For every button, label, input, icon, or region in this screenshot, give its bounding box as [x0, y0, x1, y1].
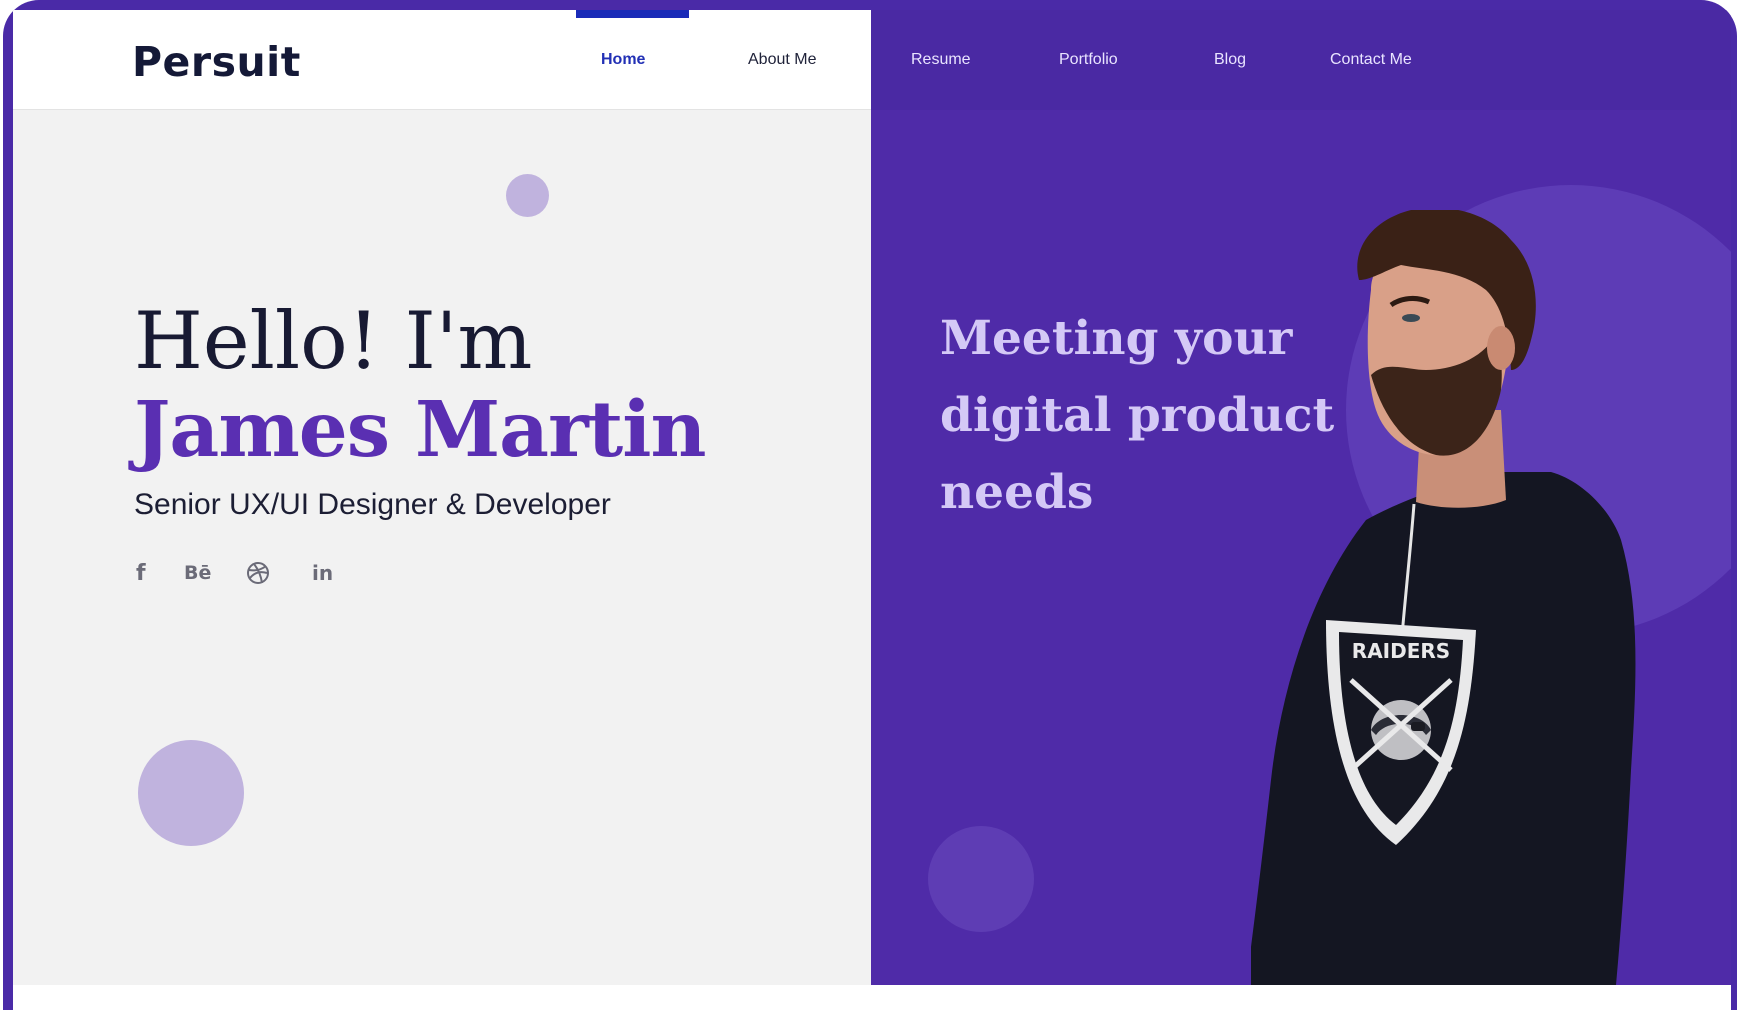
nav-item-portfolio[interactable]: Portfolio	[1059, 10, 1118, 110]
decor-circle-bottom	[928, 826, 1034, 932]
header-right	[871, 10, 1731, 110]
hero-greeting: Hello! I'm	[134, 295, 533, 387]
site-logo[interactable]: Persuit	[132, 38, 301, 86]
portrait-photo: RAIDERS	[1251, 210, 1636, 985]
linkedin-icon[interactable]: in	[312, 558, 333, 588]
browser-viewport: Hello! I'm James Martin Senior UX/UI Des…	[13, 10, 1731, 1010]
nav-item-resume[interactable]: Resume	[911, 10, 971, 110]
dribbble-icon[interactable]	[246, 558, 270, 588]
decor-circle-large	[138, 740, 244, 846]
nav-item-blog[interactable]: Blog	[1214, 10, 1246, 110]
next-section-start	[13, 985, 1731, 1010]
nav-item-contact-me[interactable]: Contact Me	[1330, 10, 1412, 110]
nav-item-about-me[interactable]: About Me	[748, 10, 816, 110]
facebook-icon[interactable]: f	[136, 558, 146, 588]
hero-name: James Martin	[134, 385, 706, 475]
hero-left-panel: Hello! I'm James Martin Senior UX/UI Des…	[13, 10, 871, 985]
nav-item-home[interactable]: Home	[601, 10, 645, 110]
decor-circle-small	[506, 174, 549, 217]
hero-right-panel: Meeting your digital product needs RAIDE…	[871, 10, 1731, 985]
hero-role: Senior UX/UI Designer & Developer	[134, 488, 611, 521]
behance-icon[interactable]: Bē	[184, 558, 211, 588]
shirt-logo-text: RAIDERS	[1352, 639, 1450, 663]
device-frame: Hello! I'm James Martin Senior UX/UI Des…	[3, 0, 1737, 1010]
